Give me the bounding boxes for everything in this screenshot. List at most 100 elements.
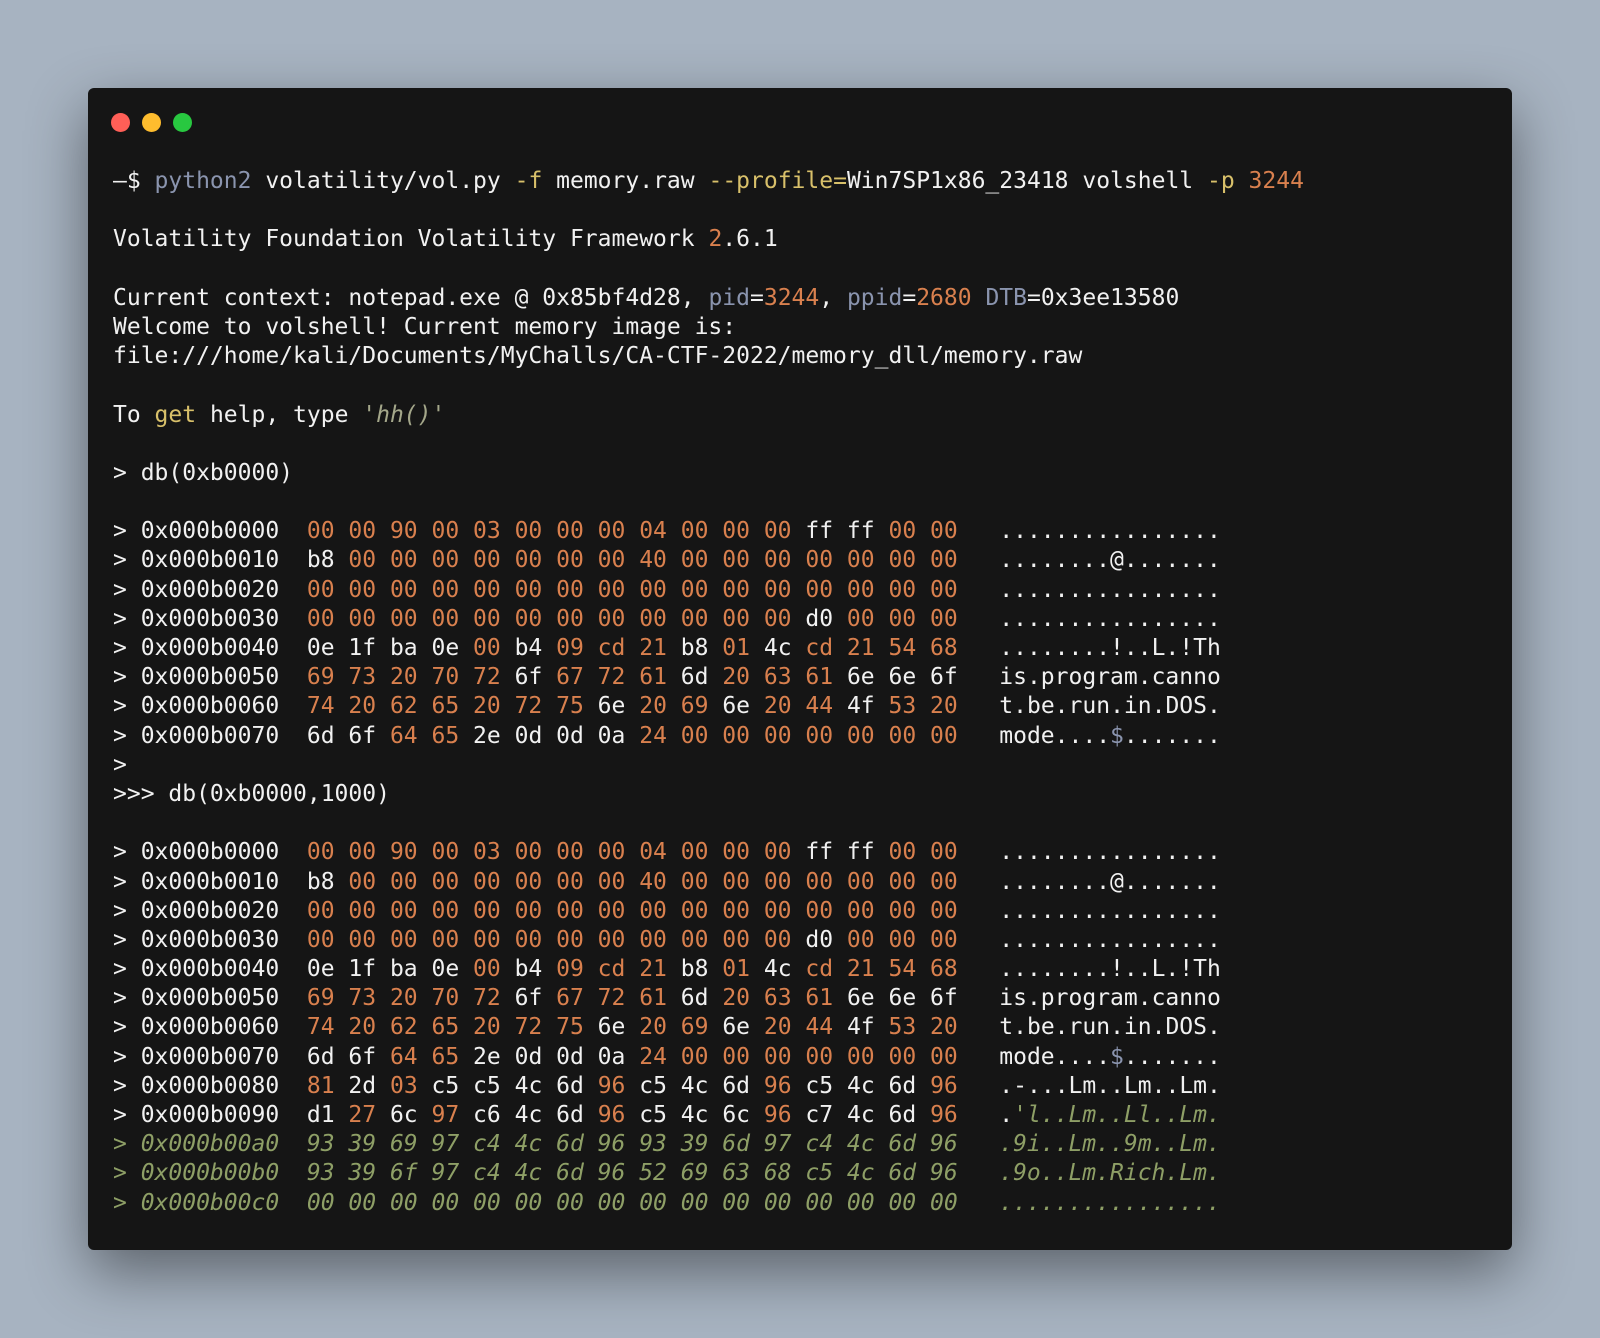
terminal-text-segment: > 0x000b00c0 00 00 00 00 00 00 00 00 00 … — [113, 1189, 1221, 1216]
terminal-text-segment: 00 00 00 00 00 00 00 40 00 00 00 00 00 0… — [348, 547, 958, 574]
terminal-text-segment: 6e — [708, 1014, 764, 1041]
minimize-button[interactable] — [142, 113, 161, 132]
terminal-text-segment: ................ — [957, 897, 1221, 924]
terminal-text-segment: To — [113, 401, 155, 428]
terminal-text-segment: $ — [1110, 722, 1124, 749]
terminal-line: Volatility Foundation Volatility Framewo… — [113, 225, 1492, 254]
terminal-text-segment: > 0x000b0060 — [113, 1014, 307, 1041]
terminal-text-segment: 4c — [750, 956, 806, 983]
terminal-text-segment: ....... — [1123, 722, 1221, 749]
terminal-text-segment: mode.... — [957, 722, 1111, 749]
terminal-text-segment: 24 00 00 00 00 00 00 00 — [639, 1043, 958, 1070]
terminal-text-segment: 67 72 61 — [556, 664, 667, 691]
terminal-text-segment: 00 — [473, 956, 501, 983]
terminal-text-segment: 00 00 00 — [846, 605, 958, 632]
terminal-text-segment: 6f — [500, 664, 557, 691]
terminal-text-segment: > 0x000b0020 — [113, 576, 307, 603]
terminal-line: > 0x000b0070 6d 6f 64 65 2e 0d 0d 0a 24 … — [113, 722, 1492, 751]
terminal-text-segment: ff ff — [791, 518, 889, 545]
terminal-text-segment: 4f — [833, 1014, 889, 1041]
terminal-text-segment: ....... — [1123, 1043, 1221, 1070]
terminal-text-segment: Current context: notepad.exe @ 0x85bf4d2… — [113, 284, 709, 311]
terminal-text-segment: ........@....... — [957, 868, 1221, 895]
terminal-text-segment: 01 — [722, 635, 750, 661]
terminal-line: > 0x000b0050 69 73 20 70 72 6f 67 72 61 … — [113, 984, 1492, 1013]
terminal-line: > 0x000b00c0 00 00 00 00 00 00 00 00 00 … — [113, 1189, 1492, 1218]
terminal-text-segment: 20 69 — [639, 693, 709, 720]
terminal-line: > 0x000b0000 00 00 90 00 03 00 00 00 04 … — [113, 838, 1492, 867]
terminal-text-segment: 53 20 — [888, 693, 958, 720]
terminal-text-segment: 01 — [722, 956, 750, 983]
close-button[interactable] — [111, 113, 130, 132]
terminal-line: Current context: notepad.exe @ 0x85bf4d2… — [113, 284, 1492, 313]
terminal-text-segment: = — [749, 284, 764, 311]
terminal-text-segment: 6f — [500, 985, 557, 1012]
terminal-line: > 0x000b0090 d1 27 6c 97 c6 4c 6d 96 c5 … — [113, 1101, 1492, 1130]
terminal-text-segment: t.be.run.in.DOS. — [957, 693, 1221, 720]
terminal-text-segment: 00 00 00 00 00 00 00 00 00 00 00 00 — [306, 926, 792, 953]
terminal-text-segment: 67 72 61 — [556, 985, 667, 1012]
terminal-text-segment: 6e — [583, 693, 640, 720]
terminal-text-segment: 74 20 62 65 20 72 75 — [306, 1014, 584, 1041]
terminal-text-segment: > db(0xb0000) — [113, 459, 294, 486]
terminal-text-segment: 6e 6e 6f is.program.canno — [833, 664, 1221, 691]
terminal-text-segment: > 0x000b0000 — [113, 518, 307, 545]
terminal-text-segment: 4f — [833, 693, 889, 720]
terminal-output[interactable]: —$ python2 volatility/vol.py -f memory.r… — [113, 167, 1492, 1218]
terminal-text-segment: > 0x000b0030 — [113, 605, 307, 632]
terminal-text-segment: Win7SP1x86_23418 volshell — [846, 168, 1207, 194]
terminal-text-segment: Volatility Foundation Volatility Framewo… — [113, 226, 709, 253]
terminal-text-segment: 2d — [334, 1072, 390, 1099]
terminal-line: Welcome to volshell! Current memory imag… — [113, 313, 1492, 342]
terminal-text-segment: help, type — [196, 401, 363, 428]
terminal-line: —$ python2 volatility/vol.py -f memory.r… — [113, 167, 1492, 196]
terminal-text-segment: 2e 0d 0d 0a — [459, 722, 640, 749]
terminal-text-segment: >>> db(0xb0000,1000) — [113, 780, 390, 807]
terminal-line: > 0x000b0010 b8 00 00 00 00 00 00 00 40 … — [113, 546, 1492, 575]
terminal-text-segment: mode.... — [957, 1043, 1111, 1070]
terminal-text-segment: 20 69 — [639, 1014, 709, 1041]
terminal-text-segment: > 0x000b0070 6d 6f — [113, 722, 390, 749]
terminal-text-segment: b8 — [666, 956, 723, 983]
terminal-text-segment: 'hh()' — [362, 401, 446, 428]
terminal-text-segment: 6e — [583, 1014, 640, 1041]
terminal-text-segment: -p — [1206, 168, 1235, 194]
terminal-text-segment: ........!..L.!Th — [957, 956, 1221, 983]
terminal-line: > 0x000b0050 69 73 20 70 72 6f 67 72 61 … — [113, 663, 1492, 692]
terminal-text-segment: ................ — [957, 605, 1221, 632]
terminal-text-segment: > 0x000b00b0 93 39 6f 97 c4 4c 6d 96 52 … — [113, 1160, 1221, 1187]
terminal-text-segment: 96 — [597, 1072, 626, 1099]
terminal-text-segment: 09 cd 21 — [556, 956, 667, 983]
terminal-text-segment: 20 63 61 — [722, 664, 834, 691]
terminal-text-segment: 74 20 62 65 20 72 75 — [306, 693, 584, 720]
terminal-text-segment: b4 — [500, 635, 557, 661]
maximize-button[interactable] — [173, 113, 192, 132]
terminal-text-segment: 2680 — [916, 284, 972, 311]
terminal-text-segment: 69 73 20 70 72 — [306, 985, 501, 1012]
terminal-text-segment: ........!..L.!Th — [957, 635, 1221, 661]
terminal-text-segment: 20 63 61 — [722, 985, 834, 1012]
terminal-text-segment: > — [113, 751, 127, 778]
terminal-text-segment: b8 — [666, 635, 723, 661]
terminal-line: file:///home/kali/Documents/MyChalls/CA-… — [113, 342, 1492, 371]
terminal-text-segment: 81 — [306, 1072, 335, 1099]
terminal-line: > 0x000b0080 81 2d 03 c5 c5 4c 6d 96 c5 … — [113, 1072, 1492, 1101]
terminal-line: > db(0xb0000) — [113, 459, 1492, 488]
terminal-line: > 0x000b0030 00 00 00 00 00 00 00 00 00 … — [113, 605, 1492, 634]
terminal-text-segment: > 0x000b00a0 93 39 69 97 c4 4c 6d 96 93 … — [113, 1131, 1221, 1158]
terminal-text-segment: > 0x000b0020 — [113, 897, 307, 924]
terminal-text-segment: 03 — [389, 1072, 418, 1099]
terminal-text-segment: ................ — [957, 926, 1221, 953]
terminal-text-segment: > 0x000b0050 — [113, 985, 307, 1012]
terminal-text-segment: 00 00 — [888, 839, 958, 866]
terminal-text-segment: cd 21 54 68 — [805, 635, 958, 661]
terminal-text-segment: > 0x000b0080 — [113, 1072, 307, 1099]
terminal-line: > 0x000b0040 0e 1f ba 0e 00 b4 09 cd 21 … — [113, 955, 1492, 984]
terminal-text-segment: > 0x000b0010 b8 — [113, 868, 349, 895]
terminal-text-segment: > 0x000b0060 — [113, 693, 307, 720]
terminal-text-segment: 2 — [708, 226, 723, 253]
terminal-text-segment: $ — [1110, 1043, 1124, 1070]
